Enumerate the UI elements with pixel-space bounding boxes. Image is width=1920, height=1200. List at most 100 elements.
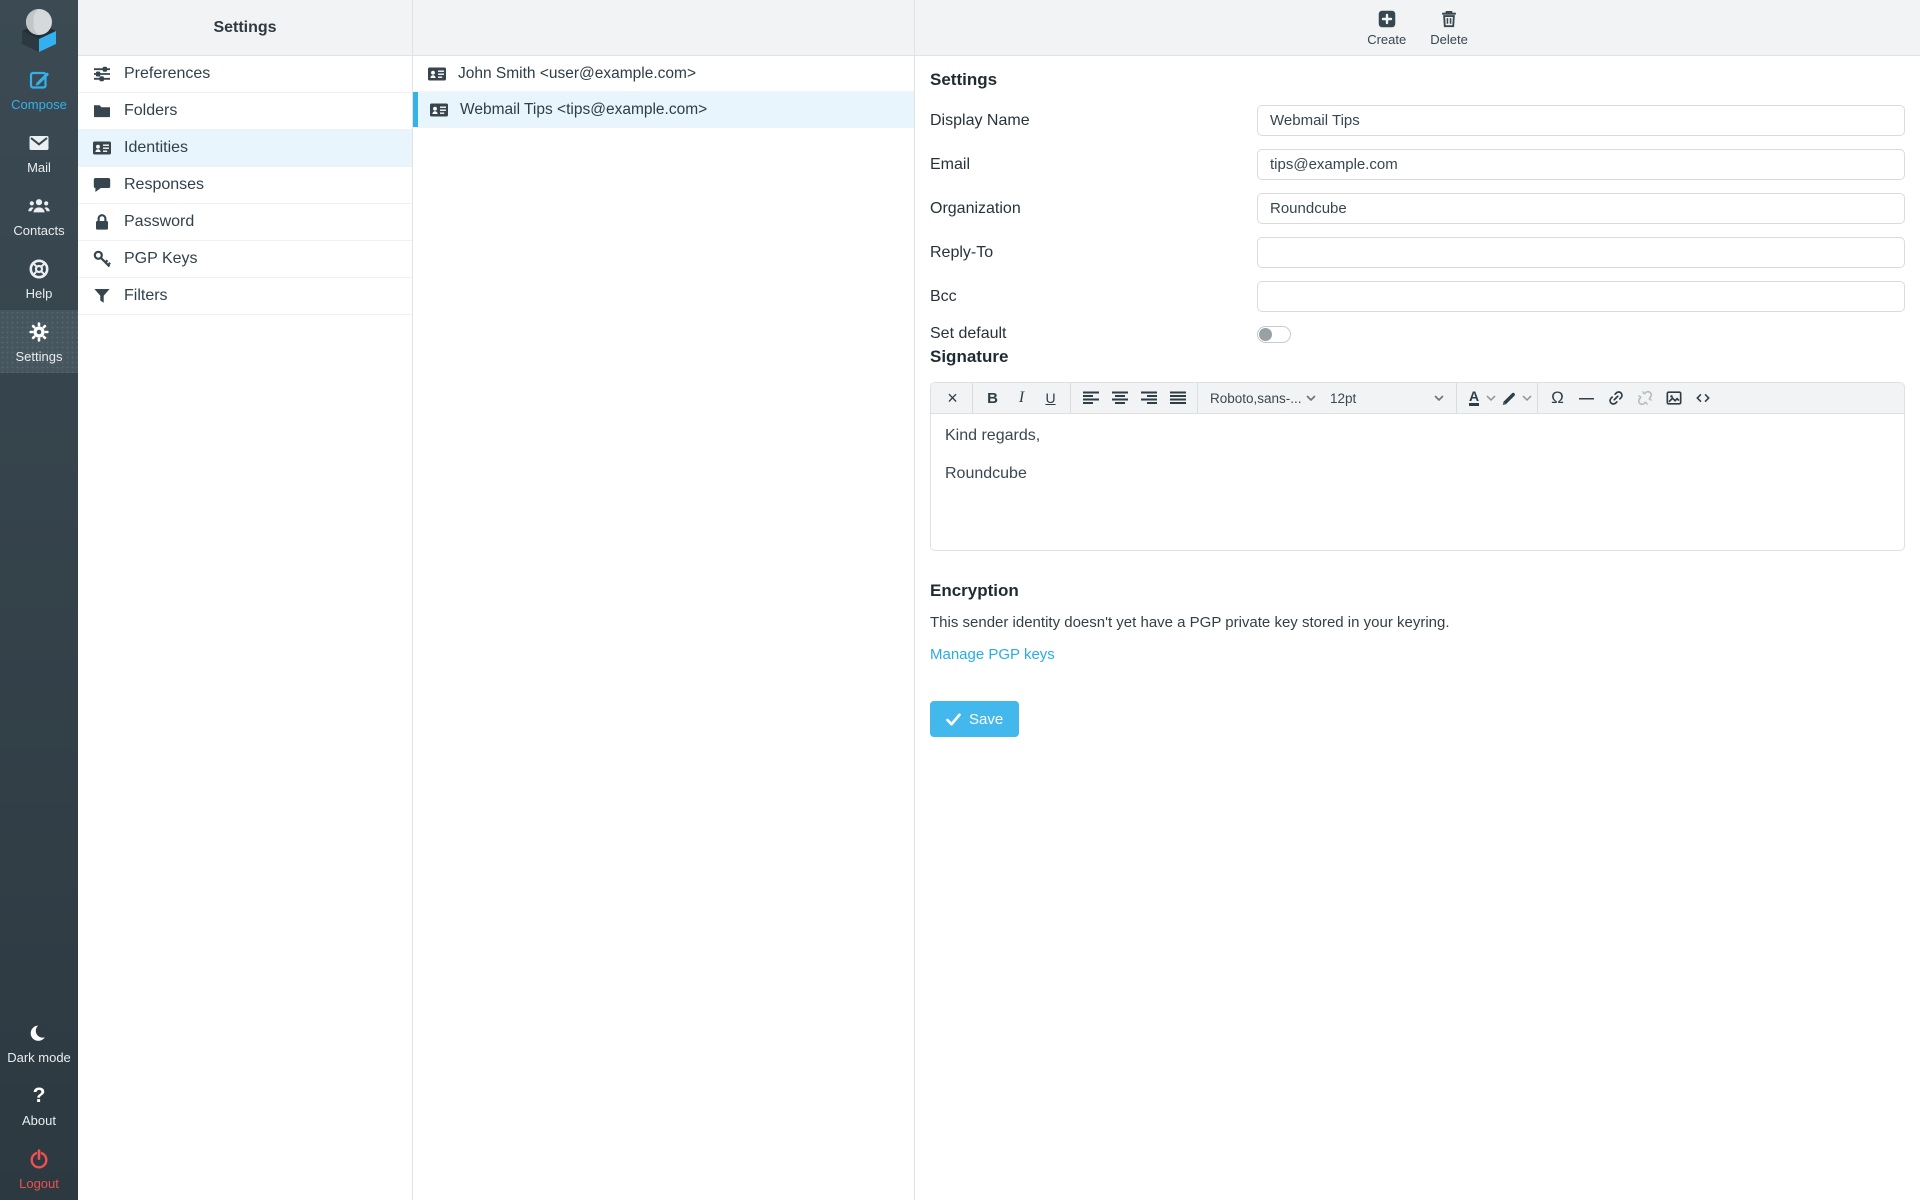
font-family-value: Roboto,sans-... xyxy=(1210,390,1302,406)
plus-square-icon xyxy=(1378,10,1395,28)
encryption-message: This sender identity doesn't yet have a … xyxy=(930,614,1450,631)
editor-toolbar: × B I U Roboto,sans-... 12pt A Ω — xyxy=(931,383,1904,414)
display-name-label: Display Name xyxy=(930,111,1030,129)
id-card-icon xyxy=(427,64,447,84)
bold-icon[interactable]: B xyxy=(978,385,1007,411)
sidebar-item-label: Compose xyxy=(11,97,67,112)
set-default-label: Set default xyxy=(930,325,1007,342)
identity-row-webmail-tips[interactable]: Webmail Tips <tips@example.com> xyxy=(413,92,914,128)
font-size-select[interactable]: 12pt xyxy=(1323,385,1451,411)
sidebar-item-settings[interactable]: Settings xyxy=(0,310,78,373)
delete-label: Delete xyxy=(1430,32,1468,47)
remove-link-icon[interactable] xyxy=(1630,385,1659,411)
manage-pgp-keys-link[interactable]: Manage PGP keys xyxy=(930,646,1055,663)
menu-item-preferences[interactable]: Preferences xyxy=(78,56,412,93)
set-default-toggle[interactable] xyxy=(1257,325,1291,343)
id-card-icon xyxy=(92,138,112,158)
menu-item-password[interactable]: Password xyxy=(78,204,412,241)
toolbar-group-color: A xyxy=(1457,383,1538,413)
menu-item-label: PGP Keys xyxy=(124,250,198,267)
italic-icon[interactable]: I xyxy=(1007,385,1036,411)
sidebar-item-label: Mail xyxy=(27,160,51,175)
align-justify-icon[interactable] xyxy=(1163,385,1192,411)
sidebar-item-label: Logout xyxy=(19,1176,59,1191)
content-toolbar: Create Delete xyxy=(915,0,1920,56)
menu-item-responses[interactable]: Responses xyxy=(78,167,412,204)
create-button[interactable]: Create xyxy=(1367,8,1406,47)
app-logo[interactable] xyxy=(0,0,78,58)
key-icon xyxy=(93,250,111,268)
bcc-field[interactable] xyxy=(1257,281,1905,312)
display-name-field[interactable] xyxy=(1257,105,1905,136)
align-center-icon[interactable] xyxy=(1105,385,1134,411)
signature-line: Kind regards, xyxy=(945,427,1041,444)
compose-icon xyxy=(27,68,51,92)
settings-menu-column: Settings Preferences Folders Identities xyxy=(78,0,413,1200)
insert-image-icon[interactable] xyxy=(1659,385,1688,411)
identity-row-john-smith[interactable]: John Smith <user@example.com> xyxy=(413,56,914,92)
help-lifering-icon xyxy=(27,257,51,281)
sidebar-item-help[interactable]: Help xyxy=(0,247,78,310)
sidebar-item-label: Contacts xyxy=(13,223,65,238)
chevron-down-icon xyxy=(1306,394,1316,401)
identities-list-column: John Smith <user@example.com> Webmail Ti… xyxy=(413,0,915,1200)
chat-bubble-icon xyxy=(93,178,111,192)
menu-item-label: Preferences xyxy=(124,65,211,82)
form-row-bcc: Bcc xyxy=(930,281,1905,312)
settings-section-title: Settings xyxy=(930,70,998,89)
align-left-icon[interactable] xyxy=(1076,385,1105,411)
toolbar-group-style: B I U xyxy=(973,383,1071,413)
text-color-button[interactable]: A xyxy=(1462,385,1486,411)
menu-item-pgp-keys[interactable]: PGP Keys xyxy=(78,241,412,278)
save-button[interactable]: Save xyxy=(930,701,1020,737)
settings-menu-header: Settings xyxy=(78,0,412,56)
menu-item-filters[interactable]: Filters xyxy=(78,278,412,315)
power-icon xyxy=(27,1147,51,1171)
menu-item-label: Identities xyxy=(124,139,189,156)
reply-to-field[interactable] xyxy=(1257,237,1905,268)
sidebar-item-compose[interactable]: Compose xyxy=(0,58,78,121)
chevron-down-icon[interactable] xyxy=(1522,394,1532,402)
sidebar-item-about[interactable]: ? About xyxy=(0,1074,78,1137)
email-field[interactable] xyxy=(1257,149,1905,180)
underline-icon[interactable]: U xyxy=(1036,385,1065,411)
identity-form: Settings Display Name Email Organization… xyxy=(915,56,1920,737)
horizontal-rule-icon[interactable]: — xyxy=(1572,385,1601,411)
delete-button[interactable]: Delete xyxy=(1430,8,1468,47)
menu-item-folders[interactable]: Folders xyxy=(78,93,412,130)
id-card-icon xyxy=(429,100,449,120)
menu-item-label: Responses xyxy=(124,176,205,193)
form-row-set-default: Set default xyxy=(930,325,1905,343)
menu-item-identities[interactable]: Identities xyxy=(78,130,412,167)
signature-editor-body[interactable]: Kind regards, Roundcube xyxy=(931,414,1904,550)
font-family-select[interactable]: Roboto,sans-... xyxy=(1203,385,1323,411)
identities-list-header xyxy=(413,0,914,56)
sidebar-item-mail[interactable]: Mail xyxy=(0,121,78,184)
funnel-icon xyxy=(94,289,110,303)
text-color-icon: A xyxy=(1468,388,1480,406)
roundcube-settings-app: Compose Mail Contacts Help Settings Dark… xyxy=(0,0,1920,1200)
source-code-icon[interactable] xyxy=(1688,385,1717,411)
form-row-organization: Organization xyxy=(930,193,1905,224)
signature-section-title: Signature xyxy=(930,347,1009,366)
menu-item-label: Folders xyxy=(124,102,178,119)
marker-icon xyxy=(1502,392,1515,406)
lock-icon xyxy=(96,214,108,230)
organization-field[interactable] xyxy=(1257,193,1905,224)
close-editor-icon[interactable]: × xyxy=(938,385,967,411)
sidebar-item-contacts[interactable]: Contacts xyxy=(0,184,78,247)
special-char-icon[interactable]: Ω xyxy=(1543,385,1572,411)
chevron-down-icon[interactable] xyxy=(1486,394,1496,402)
sidebar-item-dark-mode[interactable]: Dark mode xyxy=(0,1011,78,1074)
email-label: Email xyxy=(930,155,971,173)
toolbar-group-insert: Ω — xyxy=(1538,383,1722,413)
insert-link-icon[interactable] xyxy=(1601,385,1630,411)
sidebar-item-logout[interactable]: Logout xyxy=(0,1137,78,1200)
highlight-color-button[interactable] xyxy=(1496,385,1522,411)
toolbar-group-font: Roboto,sans-... 12pt xyxy=(1198,383,1457,413)
identity-detail-column: Create Delete Settings Display Name Emai… xyxy=(915,0,1920,1200)
gear-icon xyxy=(27,320,51,344)
align-right-icon[interactable] xyxy=(1134,385,1163,411)
menu-item-label: Password xyxy=(124,213,195,230)
